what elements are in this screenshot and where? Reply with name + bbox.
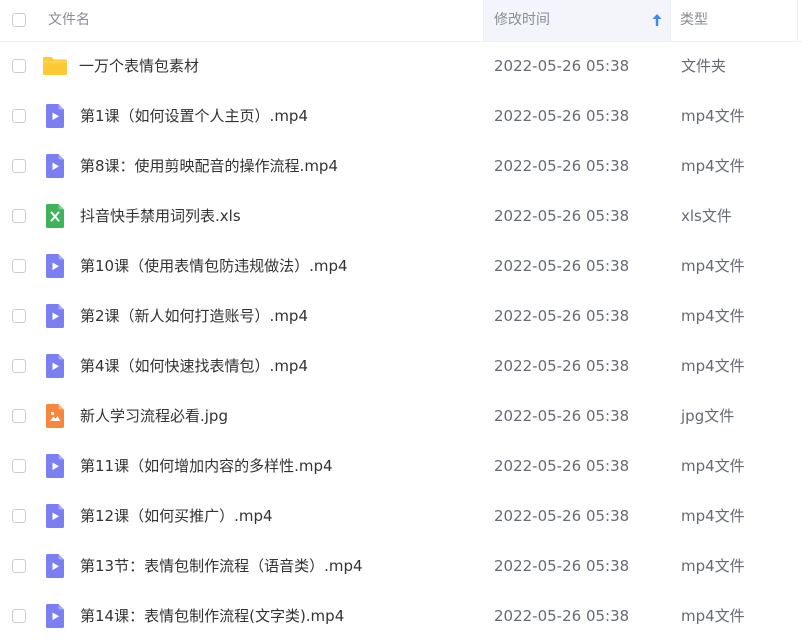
file-name[interactable]: 第13节：表情包制作流程（语音类）.mp4 (80, 541, 363, 591)
row-checkbox[interactable] (12, 459, 26, 473)
file-name[interactable]: 一万个表情包素材 (79, 41, 199, 91)
file-type: mp4文件 (681, 257, 745, 275)
file-type: mp4文件 (681, 507, 745, 525)
column-divider[interactable] (797, 0, 798, 41)
file-row[interactable]: 第14课：表情包制作流程(文字类).mp4 2022-05-26 05:38 mp4… (0, 591, 802, 641)
sort-ascending-icon[interactable] (651, 13, 663, 27)
file-type: xls文件 (681, 207, 732, 225)
file-type: jpg文件 (681, 407, 735, 425)
file-row[interactable]: 第10课（使用表情包防违规做法）.mp4 2022-05-26 05:38 mp4文… (0, 241, 802, 291)
file-modified-time: 2022-05-26 05:38 (494, 157, 630, 175)
video-icon (43, 254, 67, 278)
row-checkbox[interactable] (12, 409, 26, 423)
file-name[interactable]: 新人学习流程必看.jpg (80, 391, 228, 441)
video-icon (43, 304, 67, 328)
file-type: mp4文件 (681, 107, 745, 125)
file-name[interactable]: 第14课：表情包制作流程(文字类).mp4 (80, 591, 344, 641)
file-type: mp4文件 (681, 607, 745, 625)
file-type: mp4文件 (681, 157, 745, 175)
video-icon (43, 104, 67, 128)
excel-icon (43, 204, 67, 228)
file-row[interactable]: 第1课（如何设置个人主页）.mp4 2022-05-26 05:38 mp4文件 (0, 91, 802, 141)
file-row[interactable]: 新人学习流程必看.jpg 2022-05-26 05:38 jpg文件 (0, 391, 802, 441)
file-name[interactable]: 第12课（如何买推广）.mp4 (80, 491, 273, 541)
file-modified-time: 2022-05-26 05:38 (494, 57, 630, 75)
column-header-type[interactable]: 类型 (671, 0, 802, 41)
file-row[interactable]: 第4课（如何快速找表情包）.mp4 2022-05-26 05:38 mp4文件 (0, 341, 802, 391)
file-type: mp4文件 (681, 557, 745, 575)
file-modified-time: 2022-05-26 05:38 (494, 107, 630, 125)
file-row[interactable]: 抖音快手禁用词列表.xls 2022-05-26 05:38 xls文件 (0, 191, 802, 241)
file-name[interactable]: 第4课（如何快速找表情包）.mp4 (80, 341, 308, 391)
file-type: 文件夹 (681, 57, 727, 75)
file-row[interactable]: 一万个表情包素材 2022-05-26 05:38 文件夹 (0, 41, 802, 91)
row-checkbox[interactable] (12, 109, 26, 123)
file-modified-time: 2022-05-26 05:38 (494, 257, 630, 275)
file-modified-time: 2022-05-26 05:38 (494, 357, 630, 375)
file-modified-time: 2022-05-26 05:38 (494, 307, 630, 325)
file-row[interactable]: 第12课（如何买推广）.mp4 2022-05-26 05:38 mp4文件 (0, 491, 802, 541)
video-icon (43, 554, 67, 578)
file-row[interactable]: 第11课（如何增加内容的多样性.mp4 2022-05-26 05:38 mp4文件 (0, 441, 802, 491)
column-header-modified-time-label: 修改时间 (494, 12, 550, 28)
file-name[interactable]: 第11课（如何增加内容的多样性.mp4 (80, 441, 333, 491)
video-icon (43, 604, 67, 628)
column-header-name[interactable]: 文件名 (48, 0, 90, 41)
file-modified-time: 2022-05-26 05:38 (494, 407, 630, 425)
file-name[interactable]: 第2课（新人如何打造账号）.mp4 (80, 291, 308, 341)
file-name[interactable]: 第8课：使用剪映配音的操作流程.mp4 (80, 141, 338, 191)
file-modified-time: 2022-05-26 05:38 (494, 457, 630, 475)
row-checkbox[interactable] (12, 609, 26, 623)
row-checkbox[interactable] (12, 209, 26, 223)
select-all-checkbox[interactable] (12, 13, 26, 27)
file-modified-time: 2022-05-26 05:38 (494, 557, 630, 575)
file-name[interactable]: 抖音快手禁用词列表.xls (80, 191, 241, 241)
file-row[interactable]: 第13节：表情包制作流程（语音类）.mp4 2022-05-26 05:38 mp4… (0, 541, 802, 591)
file-modified-time: 2022-05-26 05:38 (494, 607, 630, 625)
file-type: mp4文件 (681, 457, 745, 475)
row-checkbox[interactable] (12, 159, 26, 173)
file-modified-time: 2022-05-26 05:38 (494, 507, 630, 525)
file-row[interactable]: 第8课：使用剪映配音的操作流程.mp4 2022-05-26 05:38 mp4文件 (0, 141, 802, 191)
file-list-header: 文件名 修改时间 类型 (0, 0, 802, 42)
file-modified-time: 2022-05-26 05:38 (494, 207, 630, 225)
file-type: mp4文件 (681, 307, 745, 325)
row-checkbox[interactable] (12, 559, 26, 573)
column-header-modified-time[interactable]: 修改时间 (484, 0, 670, 41)
file-row[interactable]: 第2课（新人如何打造账号）.mp4 2022-05-26 05:38 mp4文件 (0, 291, 802, 341)
video-icon (43, 354, 67, 378)
folder-icon (43, 54, 67, 78)
row-checkbox[interactable] (12, 259, 26, 273)
video-icon (43, 154, 67, 178)
file-type: mp4文件 (681, 357, 745, 375)
video-icon (43, 454, 67, 478)
row-checkbox[interactable] (12, 359, 26, 373)
file-name[interactable]: 第10课（使用表情包防违规做法）.mp4 (80, 241, 348, 291)
file-name[interactable]: 第1课（如何设置个人主页）.mp4 (80, 91, 308, 141)
image-icon (43, 404, 67, 428)
row-checkbox[interactable] (12, 509, 26, 523)
row-checkbox[interactable] (12, 59, 26, 73)
video-icon (43, 504, 67, 528)
row-checkbox[interactable] (12, 309, 26, 323)
